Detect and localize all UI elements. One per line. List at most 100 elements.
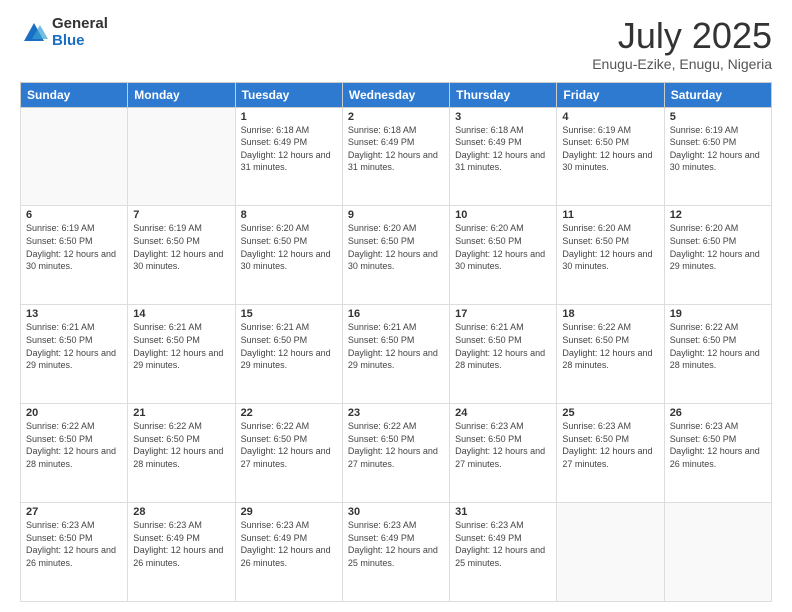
calendar-cell: 31Sunrise: 6:23 AM Sunset: 6:49 PM Dayli… — [450, 503, 557, 602]
logo-blue-text: Blue — [52, 33, 108, 50]
calendar-cell: 6Sunrise: 6:19 AM Sunset: 6:50 PM Daylig… — [21, 206, 128, 305]
day-detail: Sunrise: 6:21 AM Sunset: 6:50 PM Dayligh… — [348, 321, 444, 371]
day-number: 24 — [455, 407, 551, 419]
day-number: 9 — [348, 209, 444, 221]
calendar-cell: 12Sunrise: 6:20 AM Sunset: 6:50 PM Dayli… — [664, 206, 771, 305]
day-detail: Sunrise: 6:23 AM Sunset: 6:50 PM Dayligh… — [670, 420, 766, 470]
day-number: 13 — [26, 308, 122, 320]
day-detail: Sunrise: 6:18 AM Sunset: 6:49 PM Dayligh… — [348, 124, 444, 174]
day-detail: Sunrise: 6:20 AM Sunset: 6:50 PM Dayligh… — [241, 222, 337, 272]
day-number: 27 — [26, 506, 122, 518]
calendar-cell: 24Sunrise: 6:23 AM Sunset: 6:50 PM Dayli… — [450, 404, 557, 503]
day-detail: Sunrise: 6:23 AM Sunset: 6:49 PM Dayligh… — [241, 519, 337, 569]
day-detail: Sunrise: 6:19 AM Sunset: 6:50 PM Dayligh… — [562, 124, 658, 174]
day-detail: Sunrise: 6:22 AM Sunset: 6:50 PM Dayligh… — [670, 321, 766, 371]
day-detail: Sunrise: 6:22 AM Sunset: 6:50 PM Dayligh… — [133, 420, 229, 470]
day-detail: Sunrise: 6:23 AM Sunset: 6:49 PM Dayligh… — [133, 519, 229, 569]
calendar-week-4: 27Sunrise: 6:23 AM Sunset: 6:50 PM Dayli… — [21, 503, 772, 602]
calendar-cell — [557, 503, 664, 602]
day-number: 14 — [133, 308, 229, 320]
day-number: 3 — [455, 111, 551, 123]
day-number: 11 — [562, 209, 658, 221]
day-detail: Sunrise: 6:18 AM Sunset: 6:49 PM Dayligh… — [241, 124, 337, 174]
day-number: 21 — [133, 407, 229, 419]
day-detail: Sunrise: 6:23 AM Sunset: 6:50 PM Dayligh… — [455, 420, 551, 470]
calendar-cell: 1Sunrise: 6:18 AM Sunset: 6:49 PM Daylig… — [235, 107, 342, 206]
col-friday: Friday — [557, 82, 664, 107]
day-detail: Sunrise: 6:18 AM Sunset: 6:49 PM Dayligh… — [455, 124, 551, 174]
calendar-cell: 2Sunrise: 6:18 AM Sunset: 6:49 PM Daylig… — [342, 107, 449, 206]
day-number: 19 — [670, 308, 766, 320]
day-detail: Sunrise: 6:21 AM Sunset: 6:50 PM Dayligh… — [241, 321, 337, 371]
calendar-week-0: 1Sunrise: 6:18 AM Sunset: 6:49 PM Daylig… — [21, 107, 772, 206]
col-saturday: Saturday — [664, 82, 771, 107]
calendar-cell: 19Sunrise: 6:22 AM Sunset: 6:50 PM Dayli… — [664, 305, 771, 404]
day-number: 8 — [241, 209, 337, 221]
day-detail: Sunrise: 6:21 AM Sunset: 6:50 PM Dayligh… — [26, 321, 122, 371]
day-number: 18 — [562, 308, 658, 320]
day-number: 31 — [455, 506, 551, 518]
calendar-cell — [664, 503, 771, 602]
day-number: 30 — [348, 506, 444, 518]
logo: General Blue — [20, 16, 108, 49]
calendar-cell: 3Sunrise: 6:18 AM Sunset: 6:49 PM Daylig… — [450, 107, 557, 206]
day-number: 28 — [133, 506, 229, 518]
day-number: 29 — [241, 506, 337, 518]
calendar-cell: 23Sunrise: 6:22 AM Sunset: 6:50 PM Dayli… — [342, 404, 449, 503]
calendar-cell: 16Sunrise: 6:21 AM Sunset: 6:50 PM Dayli… — [342, 305, 449, 404]
day-detail: Sunrise: 6:21 AM Sunset: 6:50 PM Dayligh… — [133, 321, 229, 371]
calendar-week-1: 6 Sunrise: 6:19 AM Sunset: 6:50 PM Daylig… — [21, 206, 772, 305]
day-detail: Sunrise: 6:19 AM Sunset: 6:50 PM Dayligh… — [670, 124, 766, 174]
day-detail: Sunrise: 6:20 AM Sunset: 6:50 PM Dayligh… — [348, 222, 444, 272]
calendar-cell: 17Sunrise: 6:21 AM Sunset: 6:50 PM Dayli… — [450, 305, 557, 404]
calendar-cell: 8Sunrise: 6:20 AM Sunset: 6:50 PM Daylig… — [235, 206, 342, 305]
day-detail: Sunrise: 6:19 AM Sunset: 6:50 PM Dayligh… — [133, 222, 229, 272]
calendar-cell: 18Sunrise: 6:22 AM Sunset: 6:50 PM Dayli… — [557, 305, 664, 404]
calendar-cell: 15Sunrise: 6:21 AM Sunset: 6:50 PM Dayli… — [235, 305, 342, 404]
header-row: Sunday Monday Tuesday Wednesday Thursday… — [21, 82, 772, 107]
day-detail: Sunrise: 6:22 AM Sunset: 6:50 PM Dayligh… — [348, 420, 444, 470]
calendar-cell: 13Sunrise: 6:21 AM Sunset: 6:50 PM Dayli… — [21, 305, 128, 404]
calendar-cell: 22Sunrise: 6:22 AM Sunset: 6:50 PM Dayli… — [235, 404, 342, 503]
day-number: 12 — [670, 209, 766, 221]
col-monday: Monday — [128, 82, 235, 107]
day-number: 22 — [241, 407, 337, 419]
calendar-cell: 4Sunrise: 6:19 AM Sunset: 6:50 PM Daylig… — [557, 107, 664, 206]
day-number: 25 — [562, 407, 658, 419]
day-number: 6 — [26, 209, 122, 221]
calendar-cell: 29Sunrise: 6:23 AM Sunset: 6:49 PM Dayli… — [235, 503, 342, 602]
calendar-cell: 27Sunrise: 6:23 AM Sunset: 6:50 PM Dayli… — [21, 503, 128, 602]
calendar-cell: 10Sunrise: 6:20 AM Sunset: 6:50 PM Dayli… — [450, 206, 557, 305]
day-detail: Sunrise: 6:23 AM Sunset: 6:49 PM Dayligh… — [348, 519, 444, 569]
calendar-cell: 20Sunrise: 6:22 AM Sunset: 6:50 PM Dayli… — [21, 404, 128, 503]
calendar-header: Sunday Monday Tuesday Wednesday Thursday… — [21, 82, 772, 107]
day-detail: Sunrise: 6:20 AM Sunset: 6:50 PM Dayligh… — [455, 222, 551, 272]
day-number: 16 — [348, 308, 444, 320]
calendar-cell — [128, 107, 235, 206]
day-number: 15 — [241, 308, 337, 320]
day-detail: Sunrise: 6:22 AM Sunset: 6:50 PM Dayligh… — [562, 321, 658, 371]
calendar-cell — [21, 107, 128, 206]
day-detail: Sunrise: 6:20 AM Sunset: 6:50 PM Dayligh… — [562, 222, 658, 272]
calendar-cell: 25Sunrise: 6:23 AM Sunset: 6:50 PM Dayli… — [557, 404, 664, 503]
calendar-cell: 7Sunrise: 6:19 AM Sunset: 6:50 PM Daylig… — [128, 206, 235, 305]
calendar-cell: 5Sunrise: 6:19 AM Sunset: 6:50 PM Daylig… — [664, 107, 771, 206]
calendar-table: Sunday Monday Tuesday Wednesday Thursday… — [20, 82, 772, 602]
col-sunday: Sunday — [21, 82, 128, 107]
day-detail: Sunrise: 6:22 AM Sunset: 6:50 PM Dayligh… — [26, 420, 122, 470]
day-number: 5 — [670, 111, 766, 123]
page: General Blue July 2025 Enugu-Ezike, Enug… — [0, 0, 792, 612]
title-block: July 2025 Enugu-Ezike, Enugu, Nigeria — [592, 16, 772, 72]
calendar-cell: 21Sunrise: 6:22 AM Sunset: 6:50 PM Dayli… — [128, 404, 235, 503]
col-wednesday: Wednesday — [342, 82, 449, 107]
logo-icon — [20, 19, 48, 47]
day-number: 1 — [241, 111, 337, 123]
day-number: 23 — [348, 407, 444, 419]
col-thursday: Thursday — [450, 82, 557, 107]
calendar-body: 1Sunrise: 6:18 AM Sunset: 6:49 PM Daylig… — [21, 107, 772, 601]
day-detail: Sunrise: 6:23 AM Sunset: 6:50 PM Dayligh… — [26, 519, 122, 569]
calendar-week-3: 20Sunrise: 6:22 AM Sunset: 6:50 PM Dayli… — [21, 404, 772, 503]
calendar-title: July 2025 — [592, 16, 772, 56]
calendar-cell: 30Sunrise: 6:23 AM Sunset: 6:49 PM Dayli… — [342, 503, 449, 602]
day-number: 4 — [562, 111, 658, 123]
